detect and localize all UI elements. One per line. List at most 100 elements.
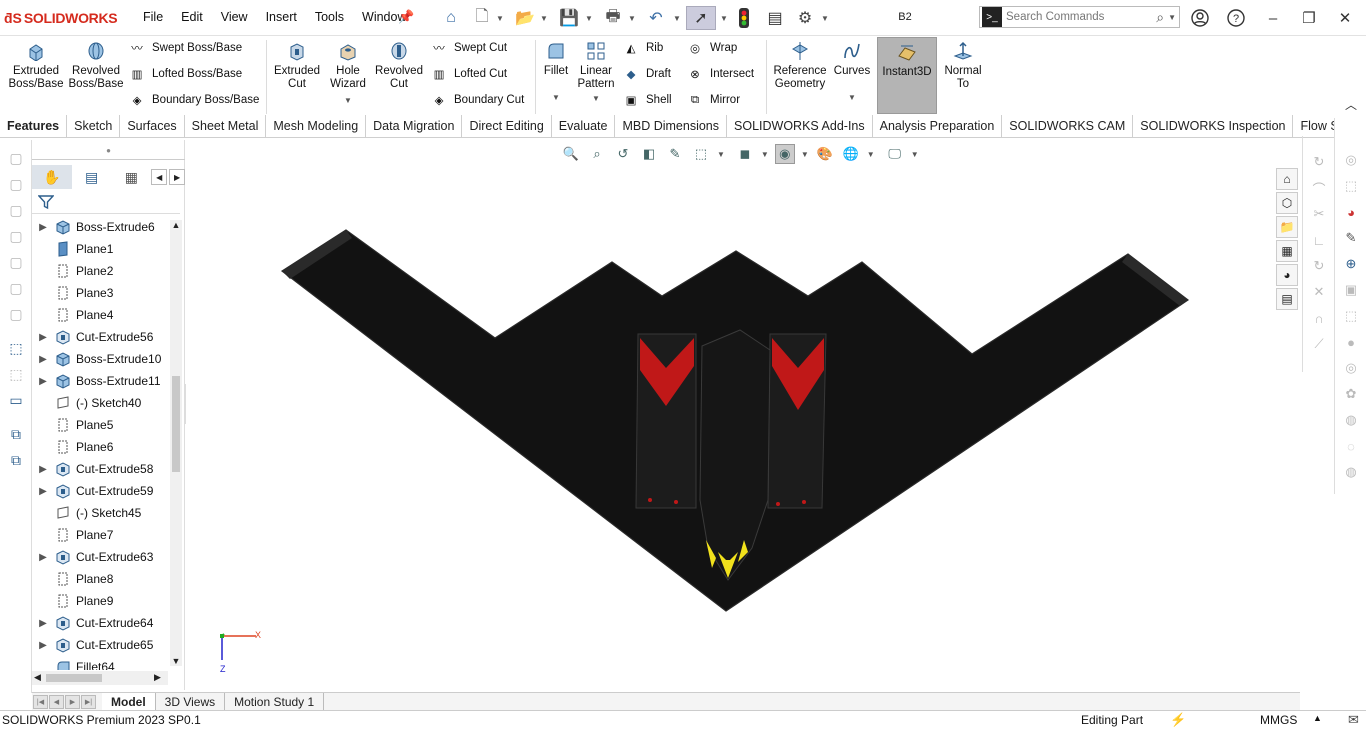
mirror-button[interactable]: ⧉ Mirror [686,89,754,111]
linear-pattern-dropdown-icon[interactable]: ▼ [592,92,600,105]
options-gear-icon[interactable]: ⚙ [794,6,816,30]
sketch-icon-2[interactable]: ⌒ [1309,178,1329,198]
task-icon-6[interactable]: ▣ [1341,280,1361,300]
configuration-manager-tab-icon[interactable]: ▦ [111,165,151,189]
tree-node[interactable]: Plane3 [32,282,170,304]
scroll-down-icon[interactable]: ▼ [170,656,182,668]
search-input[interactable]: Search Commands [1006,11,1156,23]
tab-scroll-left-icon[interactable]: ◀ [151,169,168,185]
task-icon-8[interactable]: ● [1341,332,1361,352]
undo-dropdown-icon[interactable]: ▼ [672,6,682,30]
custom-properties-icon[interactable]: ▤ [1276,288,1298,310]
print-icon[interactable]: 🖶 [602,6,624,30]
lofted-cut-button[interactable]: ▥ Lofted Cut [430,63,524,85]
extruded-cut-button[interactable]: Extruded Cut [272,40,322,91]
rebuild-status-icon[interactable]: ⚡ [1170,712,1186,728]
menu-view[interactable]: View [212,10,257,24]
fillet-button[interactable]: Fillet ▼ [539,40,573,104]
task-icon-12[interactable]: ◌ [1341,436,1361,456]
toolbar-icon-2[interactable]: ▢ [6,174,26,194]
hole-wizard-dropdown-icon[interactable]: ▼ [344,94,352,107]
linear-pattern-button[interactable]: Linear Pattern ▼ [575,40,617,105]
task-icon-13[interactable]: ◍ [1341,462,1361,482]
search-icon[interactable]: ⌕ [1156,9,1164,26]
tree-node[interactable]: ▶ Cut-Extrude64 [32,612,170,634]
menu-edit[interactable]: Edit [172,10,212,24]
help-icon[interactable]: ? [1226,8,1246,28]
view-palette-icon[interactable]: ▦ [1276,240,1298,262]
sketch-icon-1[interactable]: ↻ [1309,152,1329,172]
lofted-boss-button[interactable]: ▥ Lofted Boss/Base [128,63,259,85]
tree-node[interactable]: Plane6 [32,436,170,458]
curves-dropdown-icon[interactable]: ▼ [848,91,856,104]
home-icon[interactable]: ⌂ [440,6,462,30]
intersect-button[interactable]: ⊗ Intersect [686,63,754,85]
open-icon[interactable]: 📂 [514,6,536,30]
swept-boss-button[interactable]: 〰 Swept Boss/Base [128,37,259,59]
tree-node[interactable]: ▶ Cut-Extrude63 [32,546,170,568]
solidworks-logo[interactable]: ƌS SOLIDWORKS [4,8,118,28]
tree-node[interactable]: ▶ Cut-Extrude65 [32,634,170,656]
bottom-tab-motion-study-1[interactable]: Motion Study 1 [225,693,325,710]
home-view-icon[interactable]: ⌂ [1276,168,1298,190]
tab-mbd-dimensions[interactable]: MBD Dimensions [615,115,728,137]
reference-geometry-button[interactable]: Reference Geometry [771,40,829,91]
rib-button[interactable]: ◭ Rib [622,37,672,59]
toolbar-icon-8[interactable]: ⬚ [6,338,26,358]
expand-arrow-icon[interactable]: ▶ [32,354,54,365]
close-icon[interactable]: ✕ [1335,8,1355,28]
sketch-icon-8[interactable]: ⟋ [1309,334,1329,354]
b2-bomber-model[interactable] [186,140,1300,693]
tab-surfaces[interactable]: Surfaces [120,115,185,137]
boundary-boss-button[interactable]: ◈ Boundary Boss/Base [128,89,260,111]
tree-node[interactable]: Fillet64 [32,656,170,670]
tree-node[interactable]: Plane9 [32,590,170,612]
expand-arrow-icon[interactable]: ▶ [32,464,54,475]
task-icon-1[interactable]: ◎ [1341,150,1361,170]
toolbar-icon-4[interactable]: ▢ [6,226,26,246]
hole-wizard-button[interactable]: Hole Wizard ▼ [324,40,372,107]
expand-arrow-icon[interactable]: ▶ [32,376,54,387]
menu-tools[interactable]: Tools [306,10,353,24]
sketch-icon-5[interactable]: ↻ [1309,256,1329,276]
undo-icon[interactable]: ↶ [645,6,667,30]
bottom-tab-model[interactable]: Model [102,693,156,710]
task-icon-7[interactable]: ⬚ [1341,306,1361,326]
select-icon[interactable]: ➚ [686,6,716,30]
tree-node[interactable]: ▶ Cut-Extrude59 [32,480,170,502]
tab-sketch[interactable]: Sketch [67,115,121,137]
sketch-icon-3[interactable]: ✂ [1309,204,1329,224]
expand-arrow-icon[interactable]: ▶ [32,618,54,629]
tab-data-migration[interactable]: Data Migration [366,115,463,137]
toolbar-icon-12[interactable]: ⧉ [6,450,26,470]
new-document-icon[interactable]: 🗋 [472,6,492,30]
curves-button[interactable]: Curves ▼ [831,40,873,104]
pin-icon[interactable]: 📌 [398,9,414,25]
last-tab-icon[interactable]: ▶| [81,694,96,709]
collapse-chevron-icon[interactable]: ︿ [1345,96,1357,113]
sketch-icon-4[interactable]: ∟ [1309,230,1329,250]
scroll-thumb[interactable] [172,376,180,472]
chat-icon[interactable]: ✉ [1348,712,1359,728]
task-icon-2[interactable]: ⬚ [1341,176,1361,196]
expand-arrow-icon[interactable]: ▶ [32,222,54,233]
menu-insert[interactable]: Insert [257,10,306,24]
toolbar-icon-1[interactable]: ▢ [6,148,26,168]
menu-file[interactable]: File [134,10,172,24]
tree-vertical-scrollbar[interactable]: ▲ ▼ [170,220,182,666]
rebuild-icon[interactable] [736,6,752,30]
save-dropdown-icon[interactable]: ▼ [584,6,594,30]
next-tab-icon[interactable]: ▶ [65,694,80,709]
tree-node[interactable]: Plane8 [32,568,170,590]
fillet-dropdown-icon[interactable]: ▼ [552,91,560,104]
print-dropdown-icon[interactable]: ▼ [627,6,637,30]
normal-to-button[interactable]: Normal To [940,40,986,91]
first-tab-icon[interactable]: |◀ [33,694,48,709]
revolved-cut-button[interactable]: Revolved Cut [374,40,424,91]
tab-sheet-metal[interactable]: Sheet Metal [185,115,267,137]
tree-node[interactable]: ▶ Boss-Extrude11 [32,370,170,392]
minimize-icon[interactable]: – [1263,8,1283,28]
scroll-right-icon[interactable]: ▶ [154,672,161,683]
extruded-boss-button[interactable]: Extruded Boss/Base [8,40,64,91]
tree-node[interactable]: ▶ Cut-Extrude56 [32,326,170,348]
